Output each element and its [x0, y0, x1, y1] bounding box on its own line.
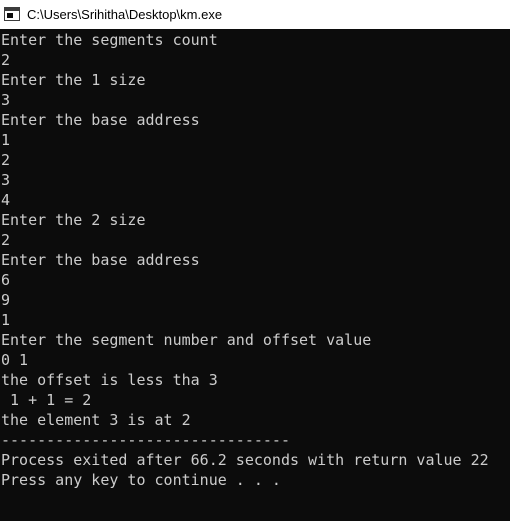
- console-line: Enter the 1 size: [1, 71, 146, 89]
- console-line: Enter the 2 size: [1, 211, 146, 229]
- console-line: 6: [1, 271, 11, 289]
- console-line: 2: [1, 51, 11, 69]
- console-line: 3: [1, 91, 11, 109]
- console-line: 1: [1, 131, 11, 149]
- window-title: C:\Users\Srihitha\Desktop\km.exe: [27, 7, 223, 22]
- console-line: Enter the base address: [1, 111, 200, 129]
- console-line: 2: [1, 231, 11, 249]
- console-line: 1: [1, 311, 11, 329]
- console-line: 9: [1, 291, 11, 309]
- console-line: the element 3 is at 2: [1, 411, 191, 429]
- console-line: 0 1: [1, 351, 29, 369]
- separator-line: --------------------------------: [1, 431, 290, 449]
- console-line: Press any key to continue . . .: [1, 471, 281, 489]
- console-line: the offset is less tha 3: [1, 371, 218, 389]
- console-line: 1 + 1 = 2: [1, 391, 92, 409]
- console-line: Enter the segments count: [1, 31, 218, 49]
- console-window: C:\Users\Srihitha\Desktop\km.exe Enter t…: [0, 0, 510, 521]
- console-line: Process exited after 66.2 seconds with r…: [1, 451, 489, 469]
- console-line: 4: [1, 191, 11, 209]
- console-line: Enter the base address: [1, 251, 200, 269]
- console-line: Enter the segment number and offset valu…: [1, 331, 372, 349]
- console-line: 3: [1, 171, 11, 189]
- console-line: 2: [1, 151, 11, 169]
- console-app-icon: [4, 7, 20, 21]
- title-bar[interactable]: C:\Users\Srihitha\Desktop\km.exe: [0, 0, 510, 29]
- console-output[interactable]: Enter the segments count 2 Enter the 1 s…: [0, 30, 510, 521]
